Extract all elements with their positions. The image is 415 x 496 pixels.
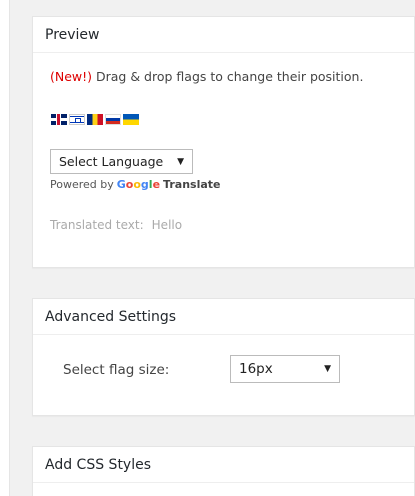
google-logo-letter: g [140,178,149,191]
notice-text: Drag & drop flags to change their positi… [92,69,364,84]
new-badge: (New!) [50,69,93,84]
translated-text-value: Hello [151,218,183,232]
russia-flag-icon[interactable] [105,114,121,125]
flag-size-label: Select flag size: [63,362,170,378]
powered-by-google: Powered by Google Translate [50,178,220,191]
ukraine-flag-icon[interactable] [123,114,139,125]
google-logo-letter: G [116,178,126,191]
advanced-settings-title: Advanced Settings [33,299,414,335]
css-styles-box: Add CSS Styles [32,446,415,496]
preview-title: Preview [33,17,414,53]
flag-size-value: 16px [239,361,273,377]
romania-flag-icon[interactable] [87,114,103,125]
israel-flag-icon[interactable] [69,114,85,125]
chevron-down-icon: ▼ [324,364,331,374]
google-logo: Google [117,178,160,191]
uk-flag-icon[interactable] [51,114,67,125]
preview-notice: (New!) Drag & drop flags to change their… [50,69,363,84]
powered-by-label: Powered by [50,178,114,191]
advanced-settings-box: Advanced Settings Select flag size: 16px… [32,298,415,416]
flag-size-select[interactable]: 16px ▼ [230,355,340,383]
language-select[interactable]: Select Language ▼ [50,149,193,174]
language-select-value: Select Language [59,154,164,169]
chevron-down-icon: ▼ [177,156,184,167]
translated-text: Translated text: Hello [50,218,182,232]
css-styles-title: Add CSS Styles [33,447,414,483]
flag-list [51,114,139,125]
preview-box: Preview (New!) Drag & drop flags to chan… [32,16,415,268]
google-logo-letter: e [152,178,161,191]
google-logo-letter: o [133,178,141,191]
translate-label: Translate [163,178,221,191]
translated-text-label: Translated text: [50,218,144,232]
left-panel [0,0,10,496]
